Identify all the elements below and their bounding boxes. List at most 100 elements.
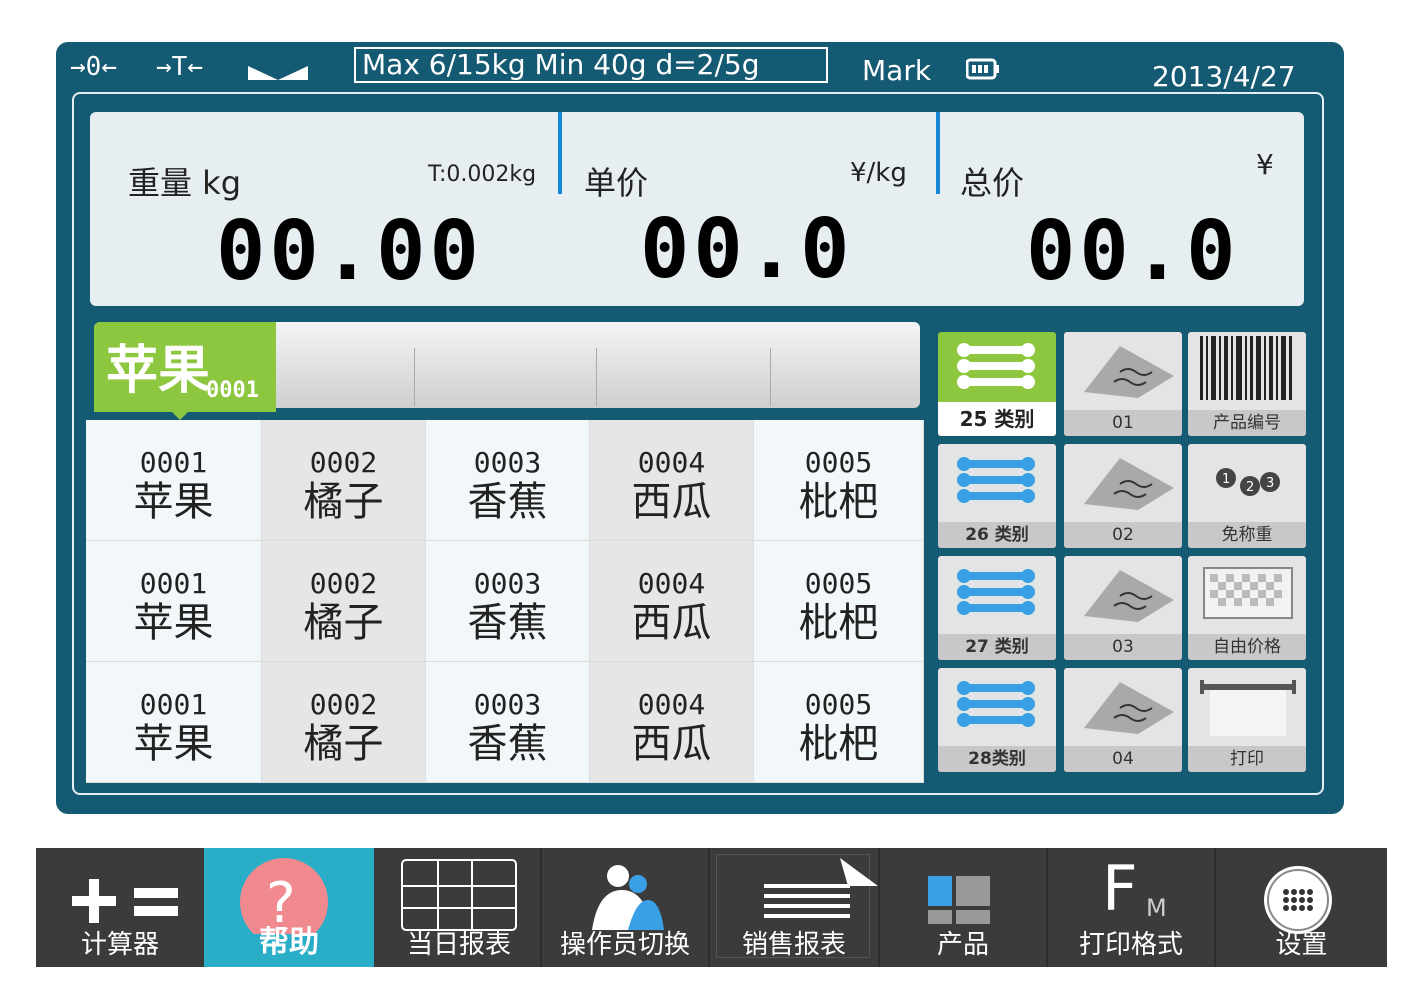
- product-code: 0002: [309, 688, 378, 721]
- product-name: 枇杷: [798, 721, 879, 767]
- status-bar: →0← →T← Max 6/15kg Min 40g d=2/5g Mark 2…: [56, 42, 1344, 93]
- category-label: 26 类别: [938, 522, 1056, 548]
- product-name: 香蕉: [467, 479, 548, 525]
- product-tile[interactable]: 0001 苹果: [86, 420, 262, 541]
- calculator-icon: [72, 879, 178, 923]
- product-tile[interactable]: 0002 橘子: [262, 541, 426, 662]
- daily-report-label: 当日报表: [406, 930, 511, 960]
- product-name: 苹果: [133, 479, 214, 525]
- print-button[interactable]: 打印: [1188, 668, 1306, 772]
- sales-report-button[interactable]: 销售报表: [710, 848, 878, 967]
- product-code: 0004: [637, 688, 706, 721]
- product-name: 橘子: [303, 479, 384, 525]
- counter-label: 01: [1064, 410, 1182, 436]
- product-name: 西瓜: [631, 721, 712, 767]
- product-tile[interactable]: 0005 枇杷: [754, 541, 924, 662]
- tare-indicator: →T←: [156, 52, 203, 82]
- product-tile[interactable]: 0001 苹果: [86, 662, 262, 783]
- counter-button-03[interactable]: 03: [1064, 556, 1182, 660]
- lcd-separator: [558, 112, 562, 194]
- svg-text:2: 2: [1246, 480, 1254, 495]
- operator-switch-label: 操作员切换: [559, 930, 690, 960]
- category-icon: [957, 343, 1035, 389]
- counter-label: 02: [1064, 522, 1182, 548]
- lcd-display: 重量 kg T:0.002kg 00.00 单价 ¥/kg 00.0 总价 ¥ …: [90, 112, 1304, 306]
- operator-switch-button[interactable]: 操作员切换: [542, 848, 708, 967]
- category-button-27[interactable]: 27 类别: [938, 556, 1056, 660]
- weight-value: 00.00: [216, 204, 483, 299]
- product-tile[interactable]: 0001 苹果: [86, 541, 262, 662]
- settings-label: 设置: [1275, 930, 1328, 960]
- product-code: 0002: [309, 446, 378, 479]
- product-code: 0005: [804, 446, 873, 479]
- help-button[interactable]: ? 帮助: [204, 848, 374, 967]
- category-label: 28类别: [938, 746, 1056, 772]
- mark-label: Mark: [862, 54, 932, 87]
- settings-keypad-icon: [1264, 866, 1332, 934]
- daily-report-button[interactable]: 当日报表: [376, 848, 542, 967]
- help-label: 帮助: [259, 925, 319, 960]
- table-grid-icon: [401, 859, 517, 931]
- battery-icon: [965, 58, 1000, 84]
- counter-button-04[interactable]: 04: [1064, 668, 1182, 772]
- count-items-icon: 1 2 3: [1216, 468, 1280, 496]
- products-icon: [928, 876, 990, 924]
- barcode-icon: [1200, 336, 1292, 400]
- product-code: 0003: [473, 446, 542, 479]
- product-tile[interactable]: 0002 橘子: [262, 420, 426, 541]
- product-name: 西瓜: [631, 600, 712, 646]
- product-code: 0003: [473, 567, 542, 600]
- stable-icon: [248, 62, 308, 86]
- product-code-button[interactable]: 产品编号: [1188, 332, 1306, 436]
- counter-label: 03: [1064, 634, 1182, 660]
- category-button-26[interactable]: 26 类别: [938, 444, 1056, 548]
- products-button[interactable]: 产品: [880, 848, 1046, 967]
- zero-indicator: →0←: [70, 52, 117, 82]
- category-button-25[interactable]: 25 类别: [938, 332, 1056, 436]
- print-format-button[interactable]: F M 打印格式: [1048, 848, 1214, 967]
- total-price-label: 总价: [960, 164, 1025, 202]
- product-code: 0004: [637, 446, 706, 479]
- product-name: 苹果: [133, 600, 214, 646]
- svg-text:3: 3: [1266, 476, 1274, 491]
- no-weigh-button[interactable]: 1 2 3 免称重: [1188, 444, 1306, 548]
- product-name: 苹果: [133, 721, 214, 767]
- tare-value: T:0.002kg: [428, 162, 537, 187]
- function-label: 打印: [1188, 746, 1306, 772]
- print-format-label: 打印格式: [1078, 930, 1183, 960]
- free-price-button[interactable]: 自由价格: [1188, 556, 1306, 660]
- category-button-28[interactable]: 28类别: [938, 668, 1056, 772]
- counter-button-01[interactable]: 01: [1064, 332, 1182, 436]
- product-code: 0002: [309, 567, 378, 600]
- product-code: 0003: [473, 688, 542, 721]
- product-tile[interactable]: 0004 西瓜: [590, 420, 754, 541]
- product-name: 枇杷: [798, 600, 879, 646]
- calculator-button[interactable]: 计算器: [36, 848, 204, 967]
- product-tile[interactable]: 0003 香蕉: [426, 541, 590, 662]
- product-tile[interactable]: 0004 西瓜: [590, 541, 754, 662]
- selected-pointer: [168, 408, 192, 420]
- product-name: 西瓜: [631, 479, 712, 525]
- product-tile[interactable]: 0003 香蕉: [426, 662, 590, 783]
- product-tile[interactable]: 0005 枇杷: [754, 420, 924, 541]
- scale-panel: →0← →T← Max 6/15kg Min 40g d=2/5g Mark 2…: [56, 42, 1344, 814]
- product-tile[interactable]: 0004 西瓜: [590, 662, 754, 783]
- settings-button[interactable]: 设置: [1216, 848, 1387, 967]
- product-code: 0004: [637, 567, 706, 600]
- operator-icon: [592, 865, 664, 930]
- counter-button-02[interactable]: 02: [1064, 444, 1182, 548]
- selected-product-tag: 苹果 0001: [94, 322, 276, 420]
- product-tile[interactable]: 0003 香蕉: [426, 420, 590, 541]
- product-grid: 0001 苹果 0002 橘子 0003 香蕉 0004 西瓜 0005 枇杷 0001 苹…: [86, 420, 924, 783]
- product-tile[interactable]: 0002 橘子: [262, 662, 426, 783]
- selected-product-name: 苹果: [106, 341, 211, 401]
- product-tile[interactable]: 0005 枇杷: [754, 662, 924, 783]
- date-display: 2013/4/27: [1152, 60, 1296, 93]
- product-code: 0005: [804, 567, 873, 600]
- total-price-unit: ¥: [1256, 148, 1274, 181]
- scale-plate-icon: [1084, 682, 1174, 734]
- counter-label: 04: [1064, 746, 1182, 772]
- product-name: 橘子: [303, 600, 384, 646]
- weight-label: 重量 kg: [128, 164, 242, 202]
- sales-report-label: 销售报表: [741, 930, 846, 960]
